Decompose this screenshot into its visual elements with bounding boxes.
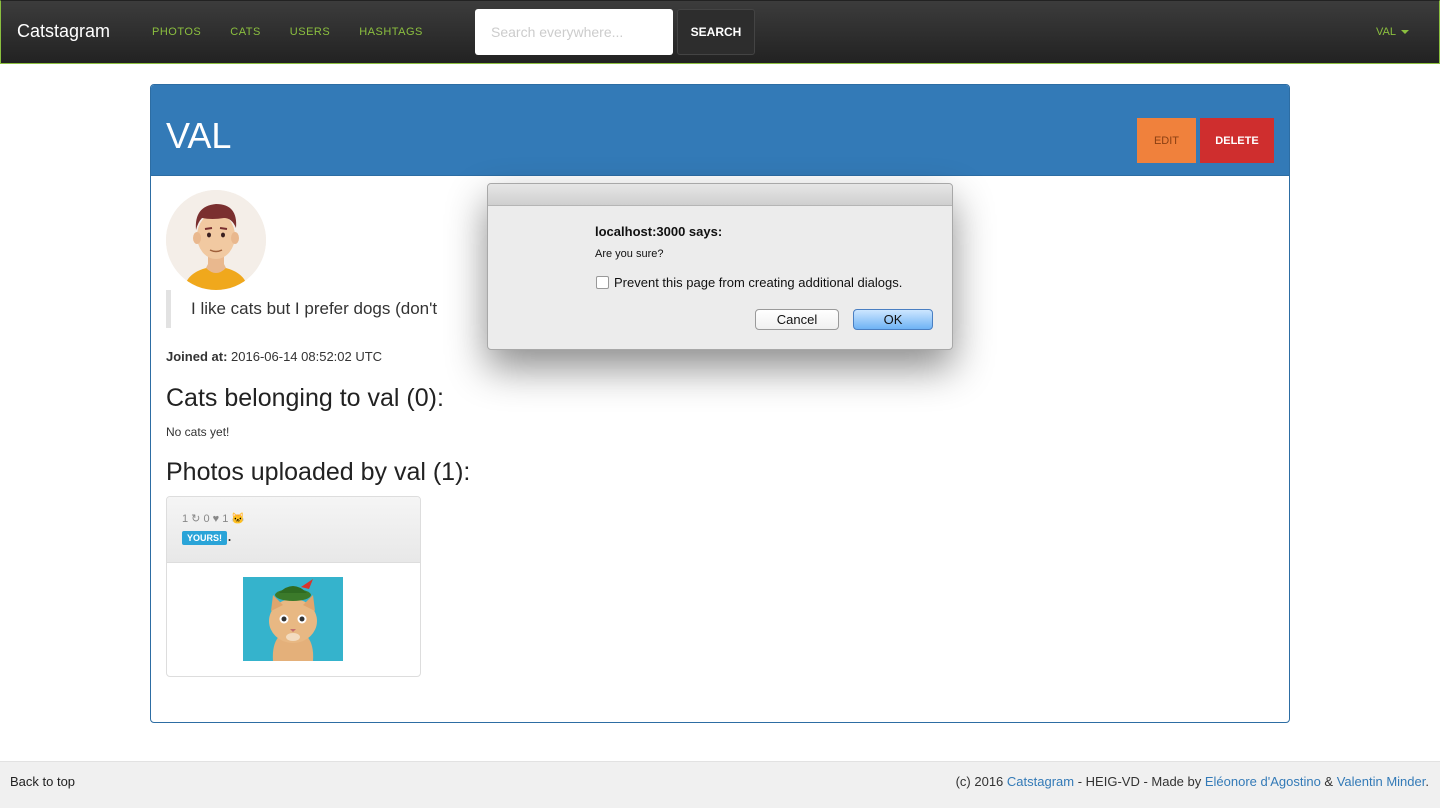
avatar [166,190,266,290]
confirm-dialog: localhost:3000 says: Are you sure? Preve… [487,183,953,350]
profile-panel: VAL EDIT DELETE I like cats but I prefer… [150,84,1290,723]
nav-cats[interactable]: CATS [230,26,261,38]
author2-link[interactable]: Valentin Minder [1337,774,1426,789]
prevent-dialogs-label[interactable]: Prevent this page from creating addition… [614,275,902,290]
cat-photo-image [243,577,343,661]
delete-button[interactable]: DELETE [1200,118,1274,163]
user-menu-dropdown[interactable]: VAL [1376,26,1409,38]
photo-card-header: 1 ↻ 0 ♥ 1 🐱 YOURS!. [167,497,420,563]
yours-badge: YOURS! [182,531,228,545]
credits-prefix: (c) 2016 [955,774,1007,789]
author1-link[interactable]: Eléonore d'Agostino [1205,774,1321,789]
nav-users[interactable]: USERS [290,26,330,38]
ok-button[interactable]: OK [853,309,933,330]
badge-suffix: . [227,526,233,545]
avatar-illustration [166,190,266,290]
caret-down-icon [1401,30,1409,35]
user-menu-label: VAL [1376,26,1396,38]
credits-and: & [1320,774,1337,789]
nav-photos[interactable]: PHOTOS [152,26,201,38]
nav-hashtags[interactable]: HASHTAGS [359,26,423,38]
joined-info: Joined at: 2016-06-14 08:52:02 UTC [166,349,382,364]
footer-credits: (c) 2016 Catstagram - HEIG-VD - Made by … [956,774,1429,789]
no-cats-text: No cats yet! [166,425,230,439]
cat-photo-thumbnail[interactable] [243,577,343,661]
cancel-button[interactable]: Cancel [755,309,839,330]
credits-brand-link[interactable]: Catstagram [1007,774,1074,789]
prevent-dialogs-checkbox[interactable] [596,276,609,289]
dialog-message: Are you sure? [595,248,664,260]
search-input[interactable] [475,9,673,55]
panel-header: VAL EDIT DELETE [151,85,1289,176]
photos-heading: Photos uploaded by val (1): [166,458,471,486]
photo-stats: 1 ↻ 0 ♥ 1 🐱 [182,513,246,525]
search-button[interactable]: SEARCH [677,9,755,55]
brand-logo[interactable]: Catstagram [17,21,110,42]
credits-suffix: . [1425,774,1429,789]
edit-button[interactable]: EDIT [1137,118,1196,163]
top-navbar: Catstagram PHOTOS CATS USERS HASHTAGS SE… [0,0,1440,64]
page-title: VAL [166,115,232,156]
dialog-titlebar [488,184,952,206]
page-footer: Back to top (c) 2016 Catstagram - HEIG-V… [0,761,1440,808]
nav-links: PHOTOS CATS USERS HASHTAGS [152,26,452,38]
dialog-title: localhost:3000 says: [595,224,723,239]
photo-card[interactable]: 1 ↻ 0 ♥ 1 🐱 YOURS!. [166,496,421,677]
bio-quote: I like cats but I prefer dogs (don't [166,290,437,328]
joined-value: 2016-06-14 08:52:02 UTC [231,349,383,364]
cats-heading: Cats belonging to val (0): [166,384,444,412]
credits-middle: - HEIG-VD - Made by [1074,774,1205,789]
joined-label: Joined at: [166,349,228,364]
back-to-top-link[interactable]: Back to top [10,774,75,789]
